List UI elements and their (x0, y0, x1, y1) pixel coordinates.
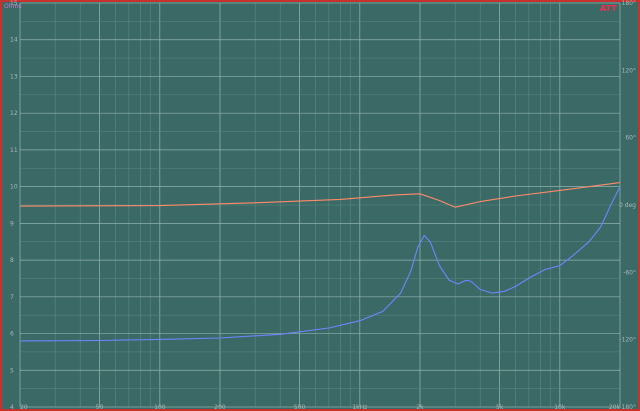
left-tick-label: 5 (10, 367, 14, 374)
grid (19, 2, 621, 408)
impedance-line (19, 186, 621, 342)
x-tick-label: 2k (416, 404, 424, 411)
x-tick-label: 20 (20, 404, 28, 411)
x-tick-label: 50 (96, 404, 104, 411)
right-tick-label: 60° (625, 135, 636, 142)
left-axis-unit: Ohms (4, 3, 22, 10)
right-tick-label: 0 deg (619, 202, 636, 209)
right-tick-label: 180° (622, 0, 636, 7)
series (19, 182, 621, 342)
left-tick-label: 12 (10, 110, 18, 117)
x-tick-label: 100 (154, 404, 166, 411)
left-tick-label: 7 (10, 294, 14, 301)
right-tick-label: -120° (619, 337, 636, 344)
right-tick-label: 120° (622, 67, 636, 74)
x-tick-label: 10k (554, 404, 566, 411)
right-tick-label: -180° (619, 404, 636, 411)
x-tick-label: 500 (294, 404, 306, 411)
left-tick-label: 13 (10, 73, 18, 80)
left-tick-label: 11 (10, 147, 18, 154)
left-tick-label: 6 (10, 331, 14, 338)
x-tick-label: 5k (496, 404, 504, 411)
impedance-phase-chart: 20 50 100 200 500 1kHz 2k 5k 10k 20k4567891011121… (4, 0, 636, 411)
left-tick-label: 8 (10, 257, 14, 264)
x-tick-label: 200 (214, 404, 226, 411)
right-tick-label: -60° (623, 269, 636, 276)
left-tick-label: 4 (10, 404, 14, 411)
left-tick-label: 14 (10, 37, 18, 44)
x-tick-label: 1kHz (352, 404, 367, 411)
left-tick-label: 10 (10, 184, 18, 191)
brand-logo: ATT (600, 4, 617, 13)
left-tick-label: 9 (10, 220, 14, 227)
